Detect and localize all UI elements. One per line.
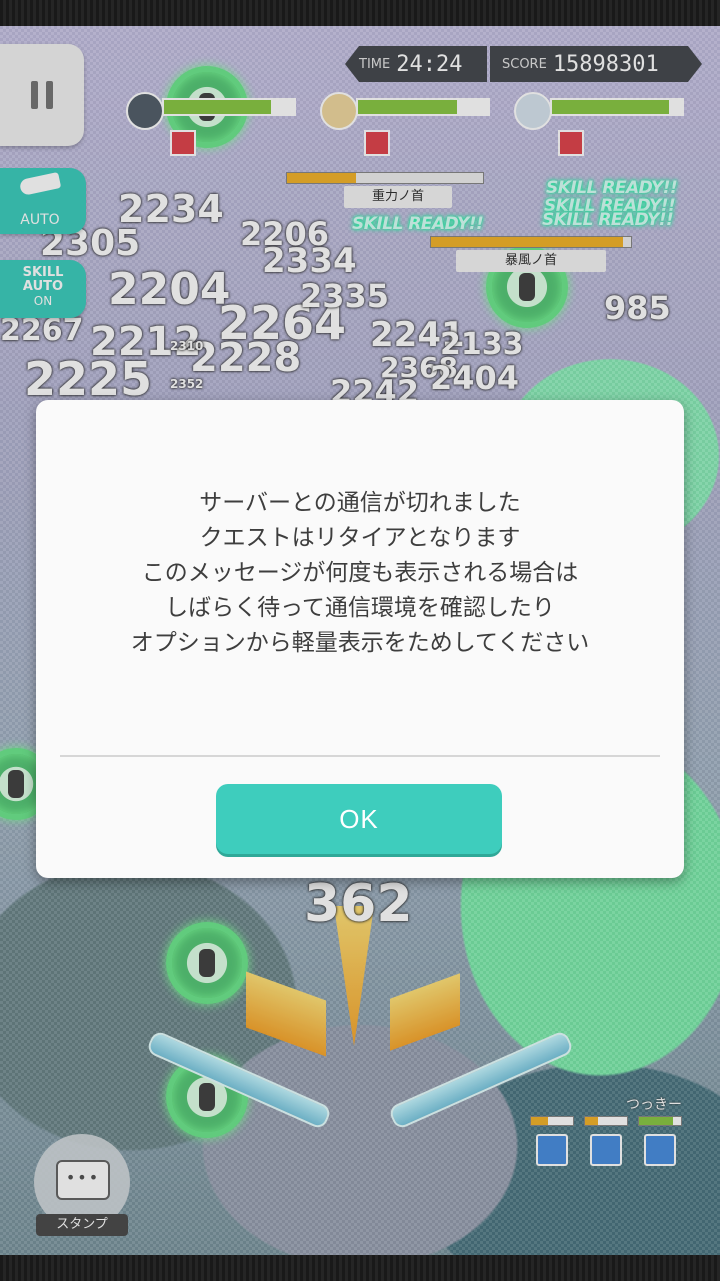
dialog-line: このメッセージが何度も表示される場合は	[141, 560, 579, 586]
dialog-line: クエストはリタイアとなります	[199, 525, 521, 551]
dialog-message: サーバーとの通信が切れました クエストはリタイアとなります このメッセージが何度…	[36, 486, 684, 661]
dialog-line: しばらく待って通信環境を確認したり	[165, 595, 555, 621]
dialog-line: オプションから軽量表示をためしてください	[130, 630, 590, 656]
connection-error-dialog: サーバーとの通信が切れました クエストはリタイアとなります このメッセージが何度…	[36, 400, 684, 878]
ok-button[interactable]: OK	[216, 784, 502, 854]
dialog-divider	[60, 755, 660, 757]
dialog-line: サーバーとの通信が切れました	[199, 490, 521, 516]
